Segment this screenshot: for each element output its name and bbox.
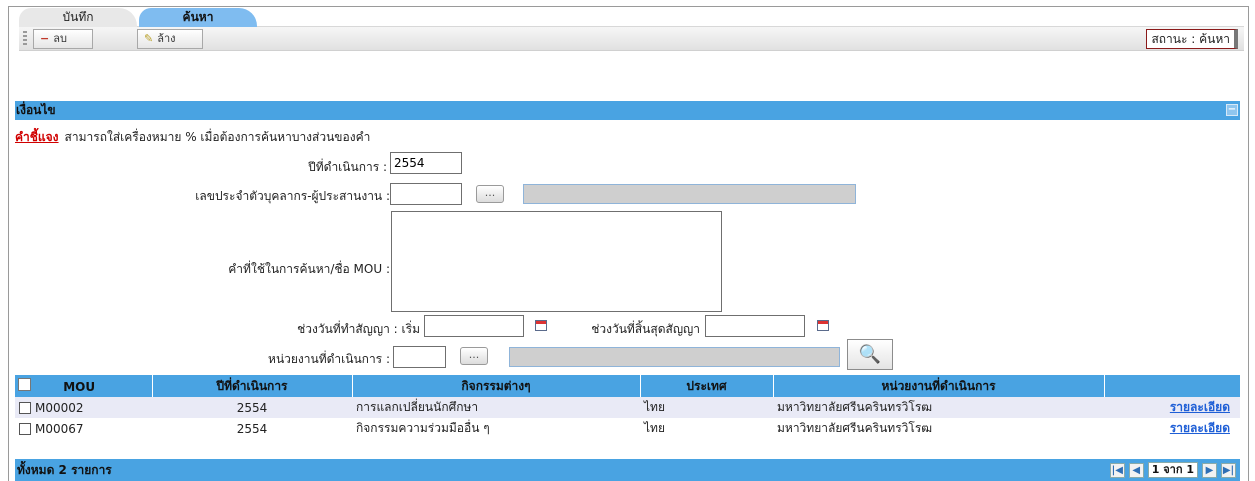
table-row: M00067 2554 กิจกรรมความร่วมมืออื่น ๆ ไทย… — [15, 418, 1240, 439]
column-header-year[interactable]: ปีที่ดำเนินการ — [152, 375, 353, 397]
results-table: MOU ปีที่ดำเนินการ กิจกรรมต่างๆ ประเทศ ห… — [15, 375, 1241, 439]
column-header-blank — [1104, 375, 1241, 397]
detail-cell: รายละเอียด — [1104, 397, 1240, 418]
year-cell: 2554 — [152, 418, 352, 439]
table-footer: ทั้งหมด 2 รายการ |◀ ◀ 1 จาก 1 ▶ ▶| — [15, 459, 1240, 481]
delete-button[interactable]: − ลบ — [33, 29, 93, 49]
activity-cell: การแลกเปลี่ยนนักศึกษา — [352, 397, 640, 418]
magnifier-icon: 🔍 — [858, 344, 882, 365]
unit-label: หน่วยงานที่ดำเนินการ : — [268, 352, 390, 366]
unit-cell: มหาวิทยาลัยศรีนครินทรวิโรฒ — [773, 418, 1104, 439]
collapse-icon[interactable]: − — [1226, 104, 1238, 116]
total-count: ทั้งหมด 2 รายการ — [17, 463, 112, 477]
toolbar-grip-icon — [23, 31, 27, 47]
first-page-icon[interactable]: |◀ — [1109, 462, 1125, 478]
pager: |◀ ◀ 1 จาก 1 ▶ ▶| — [1109, 461, 1236, 479]
delete-button-label: ลบ — [53, 32, 67, 45]
condition-panel-header: เงื่อนไข − — [15, 101, 1240, 120]
person-id-label: เลขประจำตัวบุคลากร-ผู้ประสานงาน : — [195, 189, 390, 203]
row-checkbox[interactable] — [19, 422, 31, 435]
detail-link[interactable]: รายละเอียด — [1170, 400, 1230, 414]
person-browse-button[interactable]: ... — [476, 185, 504, 203]
mou-cell: M00002 — [15, 397, 152, 418]
end-date-input[interactable] — [705, 315, 805, 337]
toolbar: − ลบ ✎ ล้าง สถานะ : ค้นหา — [19, 27, 1244, 51]
year-input[interactable] — [390, 152, 462, 174]
detail-link[interactable]: รายละเอียด — [1170, 421, 1230, 435]
unit-cell: มหาวิทยาลัยศรีนครินทรวิโรฒ — [773, 397, 1104, 418]
person-name-display — [523, 184, 856, 204]
column-header-activity[interactable]: กิจกรรมต่างๆ — [352, 375, 641, 397]
unit-name-display — [509, 347, 840, 367]
page-indicator: 1 จาก 1 — [1147, 462, 1198, 478]
column-header-mou: MOU — [15, 375, 153, 397]
minus-icon: − — [40, 32, 50, 45]
keyword-textarea[interactable] — [391, 211, 722, 312]
calendar-icon[interactable] — [535, 320, 547, 331]
table-header-row: MOU ปีที่ดำเนินการ กิจกรรมต่างๆ ประเทศ ห… — [15, 375, 1241, 397]
detail-cell: รายละเอียด — [1104, 418, 1240, 439]
activity-cell: กิจกรรมความร่วมมืออื่น ๆ — [352, 418, 640, 439]
search-button[interactable]: 🔍 — [847, 339, 893, 370]
instruction-key: คำชี้แจง — [15, 130, 59, 144]
sign-range-label: ช่วงวันที่ทำสัญญา : เริ่ม — [297, 322, 420, 336]
last-page-icon[interactable]: ▶| — [1221, 462, 1236, 478]
instruction: คำชี้แจง สามารถใส่เครื่องหมาย % เมื่อต้อง… — [15, 128, 370, 147]
sign-start-date-input[interactable] — [424, 315, 524, 337]
tab-save[interactable]: บันทึก — [19, 8, 137, 27]
year-cell: 2554 — [152, 397, 352, 418]
tab-strip: บันทึก ค้นหา — [19, 8, 1244, 27]
country-cell: ไทย — [640, 418, 773, 439]
end-range-label: ช่วงวันที่สิ้นสุดสัญญา — [591, 322, 700, 336]
broom-icon: ✎ — [144, 32, 154, 45]
clear-button[interactable]: ✎ ล้าง — [137, 29, 203, 49]
table-row: M00002 2554 การแลกเปลี่ยนนักศึกษา ไทย มห… — [15, 397, 1240, 418]
country-cell: ไทย — [640, 397, 773, 418]
mou-cell: M00067 — [15, 418, 152, 439]
year-label: ปีที่ดำเนินการ : — [308, 160, 387, 174]
unit-code-input[interactable] — [393, 346, 446, 368]
clear-button-label: ล้าง — [157, 32, 176, 45]
keyword-label: คำที่ใช้ในการค้นหา/ชื่อ MOU : — [228, 262, 390, 276]
person-id-input[interactable] — [390, 183, 462, 205]
status-badge: สถานะ : ค้นหา — [1146, 29, 1238, 49]
column-header-country[interactable]: ประเทศ — [640, 375, 774, 397]
unit-browse-button[interactable]: ... — [460, 347, 488, 365]
panel-title: เงื่อนไข — [16, 103, 56, 117]
tab-search[interactable]: ค้นหา — [139, 8, 257, 27]
select-all-checkbox[interactable] — [18, 378, 31, 391]
row-checkbox[interactable] — [19, 401, 31, 414]
calendar-icon[interactable] — [817, 320, 829, 331]
instruction-text: สามารถใส่เครื่องหมาย % เมื่อต้องการค้นหา… — [64, 130, 371, 144]
prev-page-icon[interactable]: ◀ — [1128, 462, 1144, 478]
next-page-icon[interactable]: ▶ — [1202, 462, 1217, 478]
column-header-unit[interactable]: หน่วยงานที่ดำเนินการ — [773, 375, 1105, 397]
